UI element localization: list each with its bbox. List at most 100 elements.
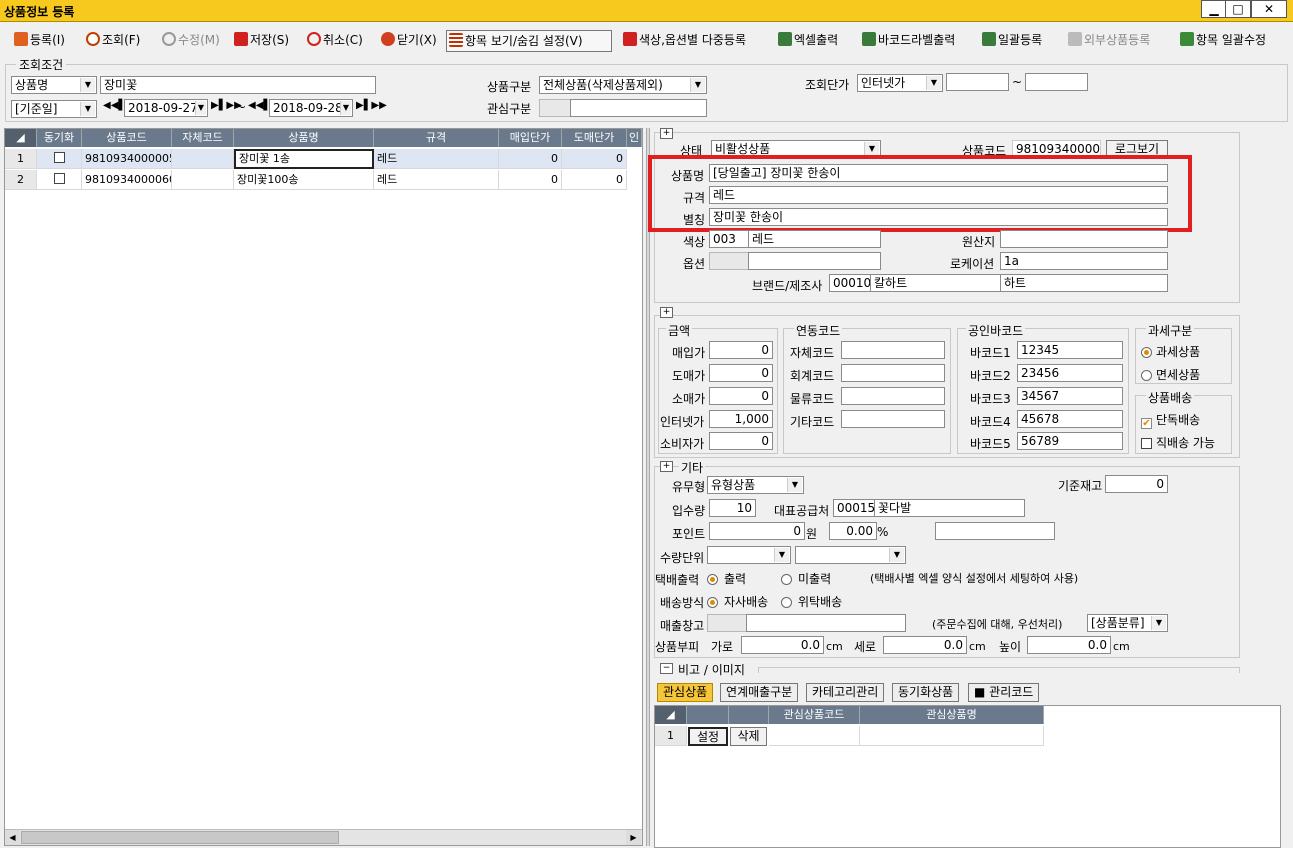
unit-select-1[interactable]: ▼ (707, 546, 791, 564)
horizontal-scrollbar[interactable]: ◀ ▶ (5, 829, 642, 845)
row-sync-checkbox[interactable] (37, 149, 82, 169)
external-register-button[interactable]: 외부상품등록 (1066, 30, 1152, 52)
interest-name-input[interactable] (570, 99, 707, 117)
row-whole[interactable]: 0 (562, 170, 627, 190)
warehouse-select[interactable]: [상품분류] ▼ (1087, 614, 1168, 632)
single-delivery-checkbox[interactable]: ✔ 단독배송 (1141, 411, 1200, 429)
barcode-input[interactable]: 56789 (1017, 432, 1123, 450)
price-from-input[interactable] (946, 73, 1009, 91)
retail-price-input[interactable]: 0 (709, 387, 773, 405)
subgrid-header-name[interactable]: 관심상품명 (860, 706, 1044, 724)
scroll-left-icon[interactable]: ◀ (5, 830, 20, 845)
rate-input[interactable]: 0.00 (829, 522, 877, 540)
print-off-radio[interactable]: 미출력 (781, 570, 831, 587)
expand-icon[interactable]: + (660, 461, 673, 472)
splitter[interactable] (646, 128, 650, 846)
batch-edit-button[interactable]: 항목 일괄수정 (1178, 30, 1268, 52)
collapse-icon[interactable]: − (660, 663, 673, 674)
delete-button[interactable]: 삭제 (730, 727, 767, 746)
interest-code-input[interactable] (539, 99, 571, 117)
barcode-label-button[interactable]: 바코드라벨출력 (860, 30, 957, 52)
excel-button[interactable]: 엑셀출력 (776, 30, 840, 52)
multi-register-button[interactable]: 색상,옵션별 다중등록 (621, 30, 748, 52)
tax-taxed-radio[interactable]: 과세상품 (1141, 343, 1200, 360)
qty-input[interactable]: 10 (709, 499, 756, 517)
color-name-input[interactable]: 레드 (748, 230, 881, 248)
barcode-input[interactable]: 12345 (1017, 341, 1123, 359)
supplier-name-input[interactable]: 꽃다발 (874, 499, 1025, 517)
row-own-code[interactable] (172, 170, 234, 190)
tax-free-radio[interactable]: 면세상품 (1141, 366, 1200, 383)
location-input[interactable]: 1a (1000, 252, 1168, 270)
barcode-input[interactable]: 45678 (1017, 410, 1123, 428)
maker-input[interactable]: 하트 (1000, 274, 1168, 292)
tab-related-products[interactable]: 관심상품 (657, 683, 714, 702)
tab-category[interactable]: 카테고리관리 (806, 683, 885, 702)
tab-manage-code[interactable]: ■ 관리코드 (968, 683, 1040, 702)
origin-input[interactable] (1000, 230, 1168, 248)
own-code-input[interactable] (841, 341, 945, 359)
grid-header-sync[interactable]: 동기화 (37, 129, 82, 147)
consumer-price-input[interactable]: 0 (709, 432, 773, 450)
related-code-cell[interactable] (769, 726, 860, 746)
whole-price-input[interactable]: 0 (709, 364, 773, 382)
point-extra-input[interactable] (935, 522, 1055, 540)
internet-price-input[interactable]: 1,000 (709, 410, 773, 428)
direct-delivery-checkbox[interactable]: 직배송 가능 (1141, 434, 1215, 451)
ship-own-radio[interactable]: 자사배송 (707, 593, 768, 610)
row-spec[interactable]: 레드 (374, 149, 499, 169)
form-type-select[interactable]: 유형상품 ▼ (707, 476, 804, 494)
acct-code-input[interactable] (841, 364, 945, 382)
grid-header-buy[interactable]: 매입단가 (499, 129, 562, 147)
row-code[interactable]: 9810934000060 (82, 170, 172, 190)
brand-name-input[interactable]: 칼하트 (870, 274, 1001, 292)
point-input[interactable]: 0 (709, 522, 805, 540)
row-buy[interactable]: 0 (499, 170, 562, 190)
related-name-cell[interactable] (860, 726, 1044, 746)
date-to-input[interactable]: 2018-09-28 ▼ (269, 99, 353, 117)
search-button[interactable]: 조회(F) (84, 30, 142, 52)
logistics-code-input[interactable] (841, 387, 945, 405)
warehouse-code-input[interactable] (707, 614, 747, 632)
supplier-code-input[interactable]: 00015 (833, 499, 875, 517)
etc-code-input[interactable] (841, 410, 945, 428)
grid-header-own-code[interactable]: 자체코드 (172, 129, 234, 147)
minimize-button[interactable]: ▁ (1201, 0, 1227, 18)
row-name[interactable]: 장미꽃100송 (234, 170, 374, 190)
batch-register-button[interactable]: 일괄등록 (980, 30, 1044, 52)
row-code[interactable]: 9810934000005 (82, 149, 172, 169)
close-window-button[interactable]: ✕ (1251, 0, 1287, 18)
cancel-button[interactable]: 취소(C) (305, 30, 365, 52)
expand-icon[interactable]: + (660, 307, 673, 318)
price-type-select[interactable]: 인터넷가 ▼ (857, 74, 943, 92)
category-select[interactable]: 전체상품(삭제상품제외) ▼ (539, 76, 707, 94)
base-stock-input[interactable]: 0 (1105, 475, 1168, 493)
width-input[interactable]: 0.0 (741, 636, 824, 654)
expand-icon[interactable]: + (660, 128, 673, 139)
price-to-input[interactable] (1025, 73, 1088, 91)
tab-linked-sales[interactable]: 연계매출구분 (720, 683, 799, 702)
register-button[interactable]: 등록(I) (12, 30, 67, 52)
search-value-input[interactable]: 장미꽃 (100, 76, 376, 94)
set-button[interactable]: 설정 (688, 727, 728, 746)
close-button[interactable]: 닫기(X) (379, 30, 439, 52)
buy-price-input[interactable]: 0 (709, 341, 773, 359)
next-date-icons-2[interactable]: ▶▌▶▶ (356, 100, 387, 111)
grid-header-whole[interactable]: 도매단가 (562, 129, 627, 147)
grid-header-more[interactable]: 인 (627, 129, 642, 147)
row-buy[interactable]: 0 (499, 149, 562, 169)
depth-input[interactable]: 0.0 (1027, 636, 1111, 654)
row-whole[interactable]: 0 (562, 149, 627, 169)
edit-button[interactable]: 수정(M) (160, 30, 222, 52)
row-spec[interactable]: 레드 (374, 170, 499, 190)
option-name-input[interactable] (748, 252, 881, 270)
save-button[interactable]: 저장(S) (232, 30, 291, 52)
unit-select-2[interactable]: ▼ (795, 546, 906, 564)
height-input[interactable]: 0.0 (883, 636, 967, 654)
grid-header-code[interactable]: 상품코드 (82, 129, 172, 147)
tab-sync-products[interactable]: 동기화상품 (892, 683, 960, 702)
option-code-input[interactable] (709, 252, 749, 270)
ship-consign-radio[interactable]: 위탁배송 (781, 593, 842, 610)
date-from-input[interactable]: 2018-09-27 ▼ (124, 99, 208, 117)
search-field-select[interactable]: 상품명 ▼ (11, 76, 97, 94)
